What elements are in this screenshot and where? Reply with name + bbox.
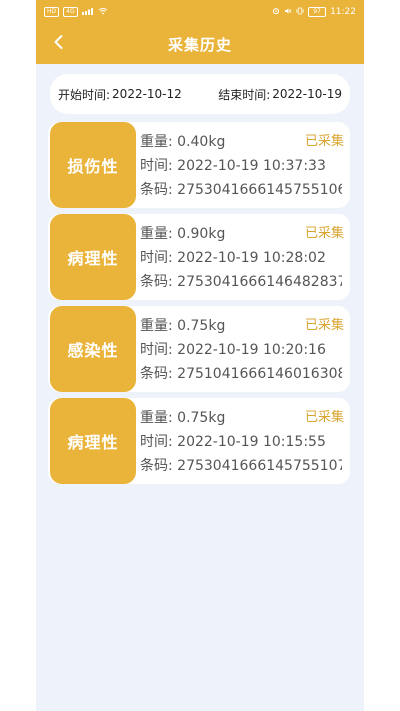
barcode-row: 条码: 2753041666146482837 [140, 270, 342, 294]
time-row: 时间: 2022-10-19 10:28:02 [140, 246, 342, 270]
collection-history-list: 损伤性 已采集 重量: 0.40kg 时间: 2022-10-19 10:37:… [48, 122, 352, 490]
date-filter-bar: 开始时间: 2022-10-12 结束时间: 2022-10-19 [50, 74, 350, 114]
record-status: 已采集 [304, 410, 344, 425]
top-nav-bar: 采集历史 [36, 24, 364, 64]
history-record[interactable]: 病理性 已采集 重量: 0.90kg 时间: 2022-10-19 10:28:… [48, 214, 352, 300]
record-status: 已采集 [304, 226, 344, 241]
status-bar: HD 4G 97 11:22 [36, 0, 364, 24]
time-value: 2022-10-19 10:15:55 [177, 434, 326, 450]
history-record[interactable]: 损伤性 已采集 重量: 0.40kg 时间: 2022-10-19 10:37:… [48, 122, 352, 208]
time-label: 时间: [140, 342, 173, 358]
time-row: 时间: 2022-10-19 10:37:33 [140, 154, 342, 178]
weight-label: 重量: [140, 318, 173, 334]
weight-label: 重量: [140, 226, 173, 242]
time-label: 时间: [140, 434, 173, 450]
alarm-icon [272, 7, 280, 18]
barcode-row: 条码: 2753041666145755106 [140, 178, 342, 202]
barcode-value: 2753041666146482837 [177, 274, 342, 290]
weight-label: 重量: [140, 134, 173, 150]
barcode-label: 条码: [140, 274, 173, 290]
time-value: 2022-10-19 10:28:02 [177, 250, 326, 266]
time-label: 时间: [140, 158, 173, 174]
status-left-group: HD 4G [44, 7, 108, 18]
weight-value: 0.40kg [177, 134, 226, 150]
end-date-filter: 结束时间: 2022-10-19 [218, 86, 342, 103]
category-badge: 感染性 [50, 306, 136, 392]
record-status: 已采集 [304, 134, 344, 149]
weight-value: 0.75kg [177, 410, 226, 426]
signal-icon [81, 7, 94, 18]
barcode-value: 2753041666145755107 [177, 458, 342, 474]
category-badge: 病理性 [50, 398, 136, 484]
end-date-value[interactable]: 2022-10-19 [272, 87, 342, 101]
category-badge: 损伤性 [50, 122, 136, 208]
network-badge: 4G [63, 7, 78, 17]
category-badge: 病理性 [50, 214, 136, 300]
weight-value: 0.75kg [177, 318, 226, 334]
barcode-value: 2751041666146016308 [177, 366, 342, 382]
barcode-label: 条码: [140, 182, 173, 198]
barcode-value: 2753041666145755106 [177, 182, 342, 198]
barcode-row: 条码: 2751041666146016308 [140, 362, 342, 386]
wifi-icon [98, 7, 108, 18]
vibrate-icon [296, 7, 304, 18]
time-value: 2022-10-19 10:37:33 [177, 158, 326, 174]
start-date-label: 开始时间: [58, 87, 111, 102]
barcode-label: 条码: [140, 458, 173, 474]
history-record[interactable]: 感染性 已采集 重量: 0.75kg 时间: 2022-10-19 10:20:… [48, 306, 352, 392]
page-title: 采集历史 [167, 35, 232, 54]
record-status: 已采集 [304, 318, 344, 333]
time-row: 时间: 2022-10-19 10:15:55 [140, 430, 342, 454]
status-right-group: 97 11:22 [272, 7, 356, 18]
barcode-label: 条码: [140, 366, 173, 382]
mute-icon [284, 7, 292, 18]
end-date-label: 结束时间: [218, 87, 271, 102]
battery-icon: 97 [308, 7, 327, 17]
barcode-row: 条码: 2753041666145755107 [140, 454, 342, 478]
back-button[interactable] [46, 31, 72, 57]
chevron-left-icon [50, 33, 68, 55]
start-date-filter: 开始时间: 2022-10-12 [58, 86, 182, 103]
history-record[interactable]: 病理性 已采集 重量: 0.75kg 时间: 2022-10-19 10:15:… [48, 398, 352, 484]
weight-value: 0.90kg [177, 226, 226, 242]
time-row: 时间: 2022-10-19 10:20:16 [140, 338, 342, 362]
time-label: 时间: [140, 250, 173, 266]
weight-label: 重量: [140, 410, 173, 426]
status-time: 11:22 [330, 7, 356, 17]
time-value: 2022-10-19 10:20:16 [177, 342, 326, 358]
mobile-screen: HD 4G 97 11:22 采集历史 开始时间: 2022-10-12 结束时… [36, 0, 364, 711]
hd-badge: HD [44, 7, 60, 17]
start-date-value[interactable]: 2022-10-12 [112, 87, 182, 101]
